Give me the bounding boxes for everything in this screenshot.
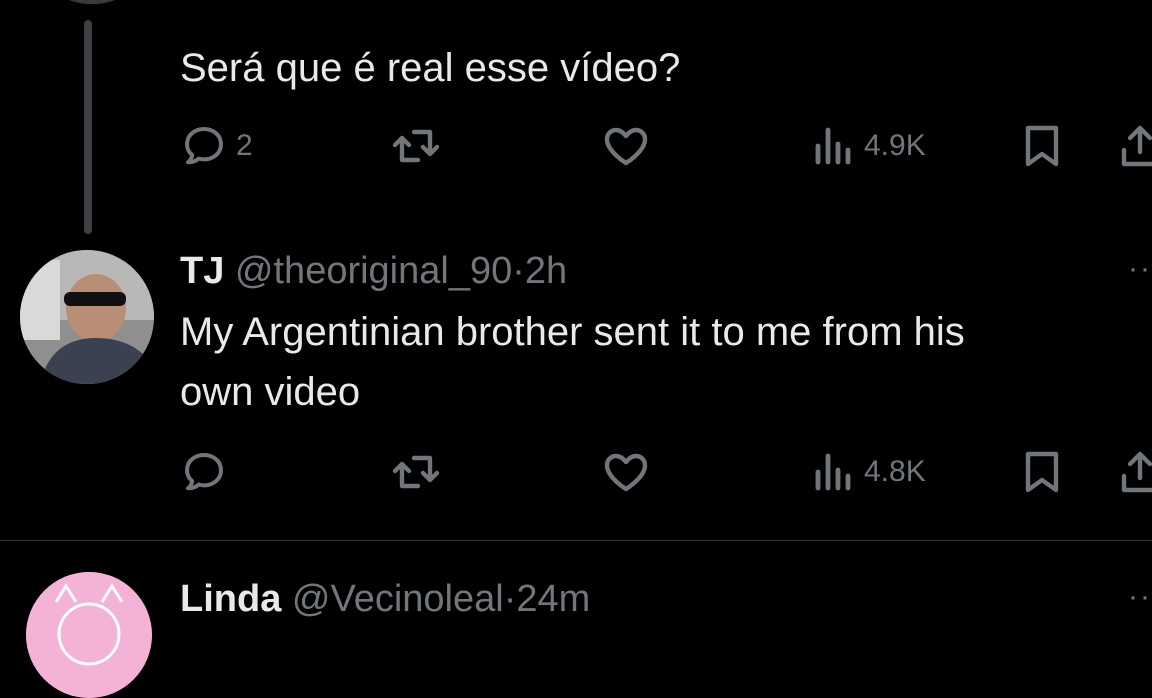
parent-tweet-actions: 2 4.9K — [180, 118, 1152, 174]
views-icon — [810, 448, 856, 496]
parent-avatar[interactable] — [52, 0, 132, 4]
share-button[interactable] — [1118, 444, 1152, 500]
like-icon — [600, 448, 652, 496]
user-avatar[interactable] — [20, 250, 154, 384]
bookmark-button[interactable] — [1020, 444, 1064, 500]
user-handle[interactable]: @theoriginal_90 — [235, 250, 512, 292]
view-count: 4.8K — [864, 455, 926, 488]
retweet-icon — [390, 122, 442, 170]
more-icon[interactable]: ·· — [1128, 252, 1152, 286]
share-icon — [1118, 448, 1152, 496]
bookmark-button[interactable] — [1020, 118, 1064, 174]
like-button[interactable] — [600, 118, 652, 174]
tweet-header: Linda @Vecinoleal·24m — [180, 574, 590, 624]
user-avatar[interactable] — [26, 572, 152, 698]
like-button[interactable] — [600, 444, 652, 500]
timestamp[interactable]: 2h — [525, 250, 567, 292]
retweet-button[interactable] — [390, 444, 442, 500]
tweet-header: TJ @theoriginal_90·2h — [180, 246, 567, 296]
views-button[interactable]: 4.8K — [810, 444, 926, 500]
more-icon[interactable]: ·· — [1128, 580, 1152, 614]
views-icon — [810, 122, 856, 170]
thread-line — [84, 20, 92, 234]
reply-icon — [180, 448, 228, 496]
like-icon — [600, 122, 652, 170]
reply-text-line-2: own video — [180, 370, 361, 414]
reply-text-line-1: My Argentinian brother sent it to me fro… — [180, 310, 965, 354]
retweet-button[interactable] — [390, 118, 442, 174]
bookmark-icon — [1020, 448, 1064, 496]
view-count: 4.9K — [864, 129, 926, 162]
share-icon — [1118, 122, 1152, 170]
display-name[interactable]: TJ — [180, 250, 224, 292]
share-button[interactable] — [1118, 118, 1152, 174]
reply-tweet-actions: 4.8K — [180, 444, 1152, 500]
retweet-icon — [390, 448, 442, 496]
reply-button[interactable]: 2 — [180, 118, 253, 174]
reply-count: 2 — [236, 129, 253, 162]
parent-tweet-text: Será que é real esse vídeo? — [180, 46, 681, 90]
reply-icon — [180, 122, 228, 170]
tweet-divider — [0, 540, 1152, 541]
bookmark-icon — [1020, 122, 1064, 170]
separator-dot: · — [512, 250, 525, 292]
views-button[interactable]: 4.9K — [810, 118, 926, 174]
reply-button[interactable] — [180, 444, 228, 500]
